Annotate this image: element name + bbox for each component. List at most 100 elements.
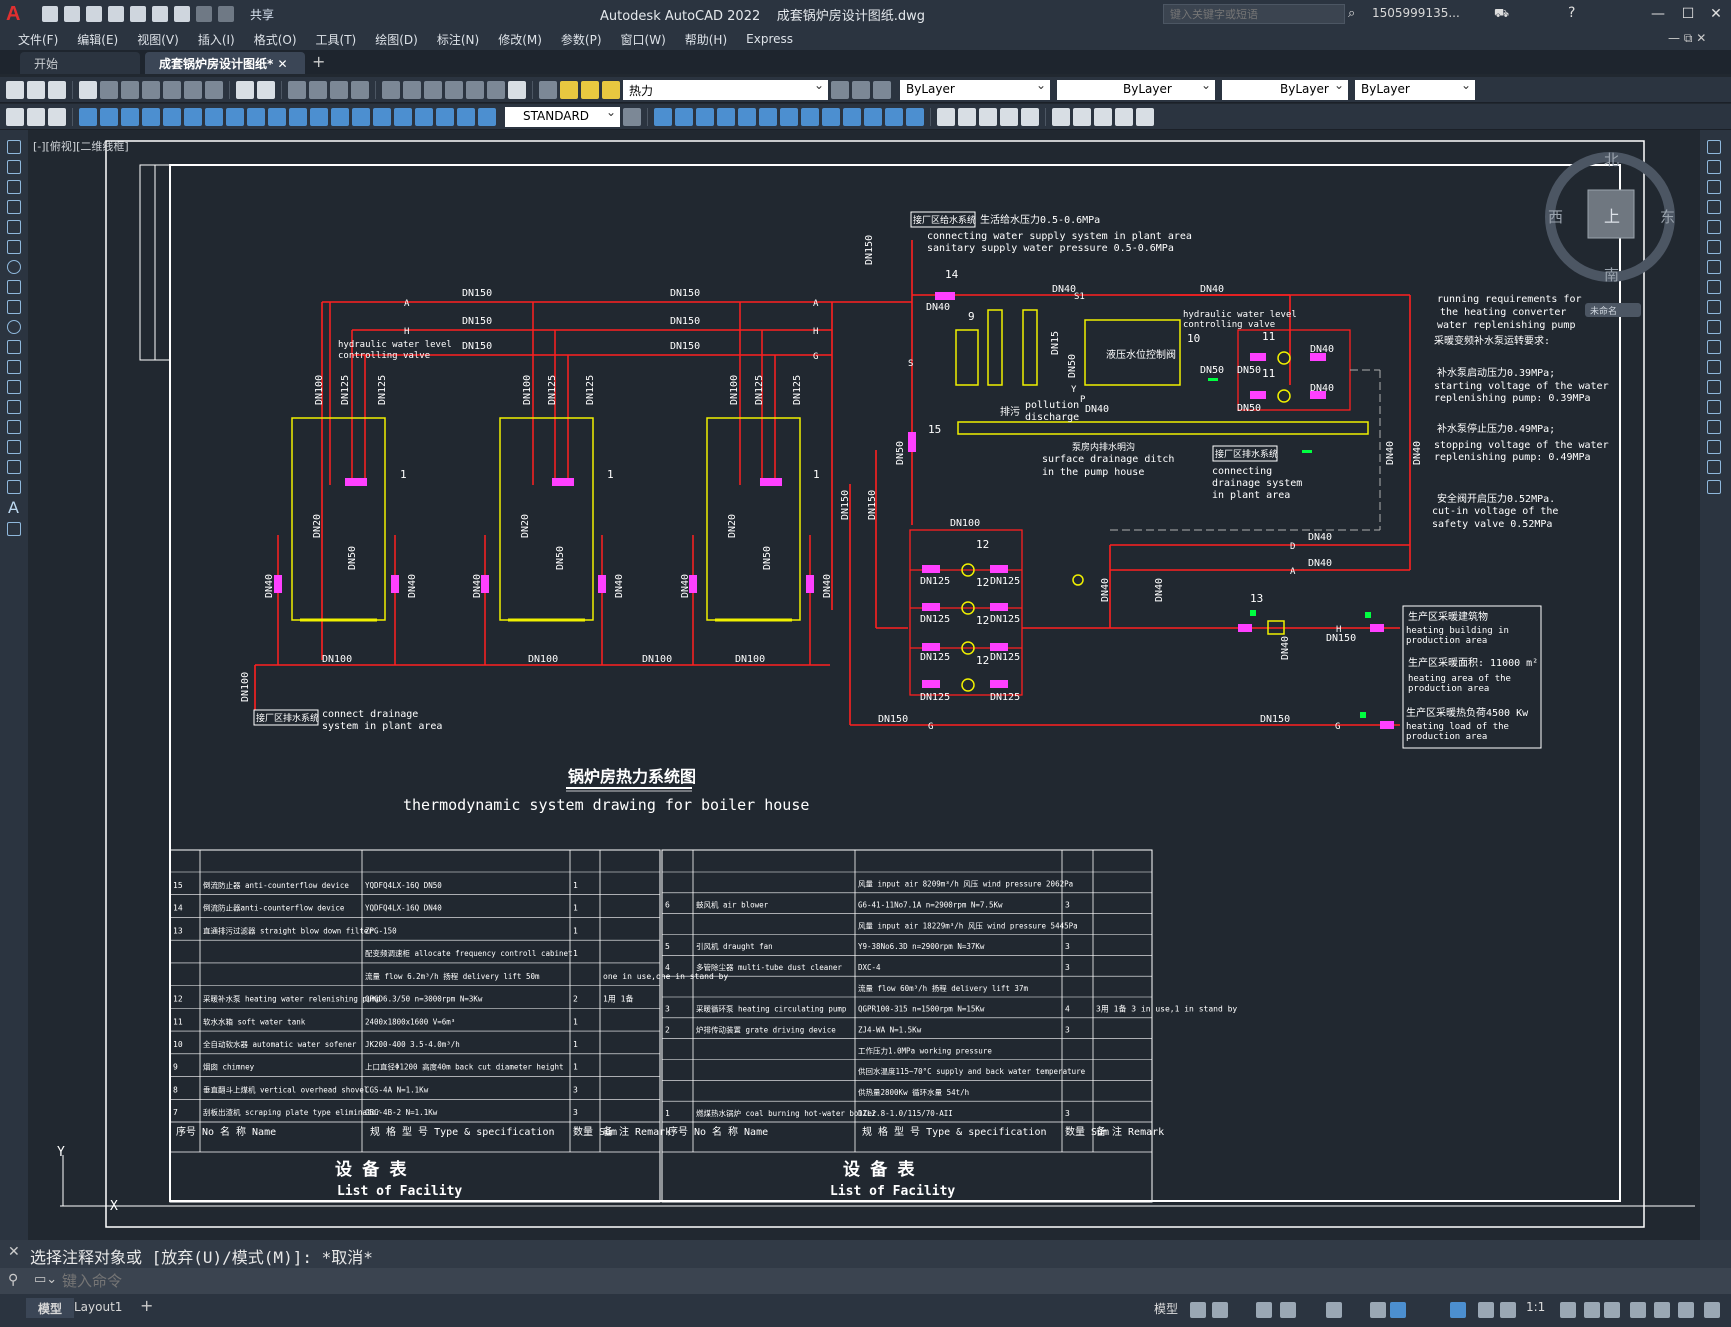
snap-icon[interactable] bbox=[1212, 1302, 1228, 1318]
mirror-icon[interactable] bbox=[1707, 180, 1721, 194]
auto-scale-icon[interactable] bbox=[1478, 1302, 1494, 1318]
pan-icon[interactable] bbox=[288, 80, 306, 99]
plot-icon[interactable] bbox=[152, 6, 168, 22]
arc-icon[interactable] bbox=[7, 240, 21, 254]
plotstyle-dropdown[interactable]: ByLayer bbox=[1355, 78, 1475, 100]
gradient-icon[interactable] bbox=[7, 440, 21, 454]
insert-icon[interactable] bbox=[27, 107, 45, 126]
aligned-dim-icon[interactable] bbox=[100, 107, 118, 126]
tab-start[interactable]: 开始 bbox=[20, 52, 140, 74]
menu-dimension[interactable]: 标注(N) bbox=[437, 31, 479, 48]
undo-icon[interactable] bbox=[236, 80, 254, 99]
orbit-icon[interactable] bbox=[843, 107, 861, 126]
annotation-monitor-icon[interactable] bbox=[1584, 1302, 1600, 1318]
erase-icon[interactable] bbox=[1707, 140, 1721, 154]
ellipse-icon[interactable] bbox=[7, 320, 21, 334]
viewcube-north[interactable]: 北 bbox=[1604, 151, 1619, 169]
point-icon[interactable] bbox=[7, 400, 21, 414]
view-front-icon[interactable] bbox=[654, 107, 672, 126]
hatch-icon[interactable] bbox=[7, 420, 21, 434]
layer-on-icon[interactable] bbox=[560, 80, 578, 99]
drawing-canvas[interactable]: Y X 上 北 南 东 西 未命名 DN150 DN150 DN150 DN15… bbox=[28, 130, 1700, 1240]
layer-lock-icon[interactable] bbox=[602, 80, 620, 99]
viewcube-south[interactable]: 南 bbox=[1604, 266, 1619, 284]
ucs-icon[interactable] bbox=[1052, 107, 1070, 126]
array-icon[interactable] bbox=[1707, 220, 1721, 234]
undo-icon[interactable] bbox=[174, 6, 190, 22]
break-icon[interactable] bbox=[1707, 380, 1721, 394]
zoom-previous-icon[interactable] bbox=[351, 80, 369, 99]
quick-dim-icon[interactable] bbox=[247, 107, 265, 126]
view-top-icon[interactable] bbox=[675, 107, 693, 126]
qnew-icon[interactable] bbox=[6, 80, 24, 99]
tab-drawing[interactable]: 成套锅炉房设计图纸* ✕ bbox=[145, 52, 305, 74]
fly-icon[interactable] bbox=[906, 107, 924, 126]
viewcube-wcs[interactable]: 未命名 bbox=[1590, 305, 1617, 317]
hidden-icon[interactable] bbox=[979, 107, 997, 126]
continue-icon[interactable] bbox=[289, 107, 307, 126]
blend-icon[interactable] bbox=[1707, 460, 1721, 474]
user-account[interactable]: 1505999135... bbox=[1372, 6, 1460, 20]
mtext-icon[interactable]: A bbox=[8, 498, 19, 517]
chamfer-icon[interactable] bbox=[1707, 420, 1721, 434]
copy-icon[interactable] bbox=[163, 80, 181, 99]
new-tab-icon[interactable]: + bbox=[312, 52, 325, 71]
realistic-icon[interactable] bbox=[1000, 107, 1018, 126]
markup-icon[interactable] bbox=[466, 80, 484, 99]
plot-icon[interactable] bbox=[79, 80, 97, 99]
osnap-tracking-icon[interactable] bbox=[1326, 1302, 1342, 1318]
menu-express[interactable]: Express bbox=[746, 32, 793, 46]
view-iso-sw-icon[interactable] bbox=[759, 107, 777, 126]
zoom-window-icon[interactable] bbox=[330, 80, 348, 99]
dim-text-edit-icon[interactable] bbox=[457, 107, 475, 126]
menu-format[interactable]: 格式(O) bbox=[254, 31, 297, 48]
rotate-icon[interactable] bbox=[1707, 260, 1721, 274]
customize-icon[interactable]: ⚲ bbox=[8, 1272, 18, 1288]
wireframe-icon[interactable] bbox=[958, 107, 976, 126]
menu-parametric[interactable]: 参数(P) bbox=[561, 31, 602, 48]
sheet-set-icon[interactable] bbox=[445, 80, 463, 99]
status-menu-icon[interactable] bbox=[1704, 1302, 1720, 1318]
add-selected-icon[interactable] bbox=[7, 522, 21, 536]
dim-edit-icon[interactable] bbox=[436, 107, 454, 126]
extend-icon[interactable] bbox=[1707, 340, 1721, 354]
recent-commands-icon[interactable]: ▭⌄ bbox=[34, 1272, 57, 1287]
linetype-dropdown[interactable]: ByLayer bbox=[1057, 78, 1215, 100]
menu-tools[interactable]: 工具(T) bbox=[316, 31, 357, 48]
layer-dropdown[interactable]: 热力 bbox=[623, 78, 828, 100]
break-point-icon[interactable] bbox=[1707, 360, 1721, 374]
layer-freeze-icon[interactable] bbox=[581, 80, 599, 99]
spline-icon[interactable] bbox=[7, 300, 21, 314]
model-space-label[interactable]: 模型 bbox=[1154, 1300, 1178, 1317]
doc-window-controls[interactable]: — ⧉ ✕ bbox=[1668, 31, 1706, 46]
osnap-icon[interactable] bbox=[1370, 1302, 1386, 1318]
conceptual-icon[interactable] bbox=[1021, 107, 1039, 126]
view-bottom-icon[interactable] bbox=[696, 107, 714, 126]
polyline-icon[interactable] bbox=[7, 180, 21, 194]
new-icon[interactable] bbox=[42, 6, 58, 22]
search-icon[interactable]: ⌕ bbox=[1348, 6, 1355, 21]
design-center-icon[interactable] bbox=[403, 80, 421, 99]
view-iso-nw-icon[interactable] bbox=[822, 107, 840, 126]
linear-dim-icon[interactable] bbox=[79, 107, 97, 126]
ucs-face-icon[interactable] bbox=[1115, 107, 1133, 126]
help-search-input[interactable] bbox=[1163, 4, 1345, 24]
preview-icon[interactable] bbox=[100, 80, 118, 99]
ucs-prev-icon[interactable] bbox=[1094, 107, 1112, 126]
match-prop-icon[interactable] bbox=[205, 80, 223, 99]
menu-view[interactable]: 视图(V) bbox=[137, 31, 179, 48]
color-dropdown[interactable]: ByLayer bbox=[900, 78, 1050, 100]
jogged-linear-icon[interactable] bbox=[415, 107, 433, 126]
isolate-icon[interactable] bbox=[1654, 1302, 1670, 1318]
polar-icon[interactable] bbox=[1280, 1302, 1296, 1318]
attribute-icon[interactable] bbox=[48, 107, 66, 126]
stretch-icon[interactable] bbox=[1707, 300, 1721, 314]
tab-layout1[interactable]: Layout1 bbox=[62, 1298, 134, 1318]
block-icon[interactable] bbox=[6, 107, 24, 126]
region-icon[interactable] bbox=[7, 460, 21, 474]
maximize-icon[interactable]: ☐ bbox=[1678, 4, 1698, 24]
redo-icon[interactable] bbox=[196, 6, 212, 22]
make-block-icon[interactable] bbox=[7, 380, 21, 394]
command-input[interactable] bbox=[62, 1271, 1682, 1291]
grid-icon[interactable] bbox=[1190, 1302, 1206, 1318]
